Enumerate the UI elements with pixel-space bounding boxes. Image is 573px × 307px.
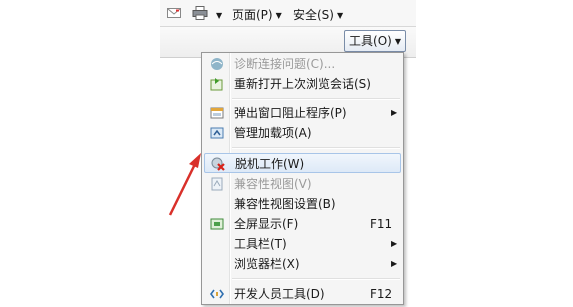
tools-dropdown-menu: 诊断连接问题(C)... 重新打开上次浏览会话(S) 弹出窗口阻止程序(P) ▶… [201,52,404,305]
menu-item-toolbars[interactable]: 工具栏(T) ▶ [204,234,401,254]
menu-separator [232,278,400,280]
submenu-arrow-icon: ▶ [391,108,398,117]
menu-item-compat-view-settings[interactable]: 兼容性视图设置(B) [204,194,401,214]
menu-item-label: 弹出窗口阻止程序(P) [234,106,347,120]
fullscreen-icon [210,217,224,231]
tools-menu-label: 工具(O) [349,34,392,48]
diagnose-icon [210,57,224,71]
menu-item-label: 兼容性视图(V) [234,177,312,191]
print-icon[interactable] [192,6,208,24]
submenu-arrow-icon: ▶ [391,259,398,268]
reopen-session-icon [210,77,224,91]
menu-item-explorer-bars[interactable]: 浏览器栏(X) ▶ [204,254,401,274]
developer-tools-icon [210,287,224,301]
menu-item-shortcut: F11 [370,217,393,231]
annotation-arrow [168,153,201,216]
menu-item-label: 兼容性视图设置(B) [234,197,336,211]
menu-item-compat-view[interactable]: 兼容性视图(V) [204,174,401,194]
menu-item-reopen-session[interactable]: 重新打开上次浏览会话(S) [204,74,401,94]
security-menu-button[interactable]: 安全(S) ▼ [293,6,343,24]
menu-item-popup-blocker[interactable]: 弹出窗口阻止程序(P) ▶ [204,103,401,123]
mail-icon[interactable] [167,6,181,24]
page-menu-button[interactable]: 页面(P) ▼ [232,6,282,24]
menu-item-label: 开发人员工具(D) [234,287,325,301]
popup-blocker-icon [210,106,224,120]
menu-item-shortcut: F12 [370,287,393,301]
manage-addons-icon [210,126,224,140]
menu-item-diagnose[interactable]: 诊断连接问题(C)... [204,54,401,74]
work-offline-icon [211,157,225,171]
menu-item-work-offline[interactable]: 脱机工作(W) [204,153,401,173]
menu-separator [232,147,400,149]
compat-view-icon [210,177,224,191]
menu-item-fullscreen[interactable]: 全屏显示(F) F11 [204,214,401,234]
submenu-arrow-icon: ▶ [391,239,398,248]
menu-item-label: 工具栏(T) [234,237,287,251]
menu-item-manage-addons[interactable]: 管理加载项(A) [204,123,401,143]
chevron-down-icon: ▼ [275,11,282,20]
chevron-down-icon: ▼ [336,11,344,20]
menu-item-label: 重新打开上次浏览会话(S) [234,77,371,91]
print-dropdown-caret[interactable]: ▼ [213,6,222,24]
security-menu-label: 安全(S) [293,8,334,22]
page-menu-label: 页面(P) [232,8,273,22]
menu-separator [232,98,400,100]
menu-item-label: 脱机工作(W) [235,157,305,171]
menu-item-label: 管理加载项(A) [234,126,312,140]
menu-item-label: 全屏显示(F) [234,217,299,231]
tools-menu-button[interactable]: 工具(O) ▼ [344,30,406,52]
menu-item-label: 诊断连接问题(C)... [234,57,336,71]
menu-item-label: 浏览器栏(X) [234,257,300,271]
menu-item-developer-tools[interactable]: 开发人员工具(D) F12 [204,284,401,304]
chevron-down-icon: ▼ [394,37,401,46]
